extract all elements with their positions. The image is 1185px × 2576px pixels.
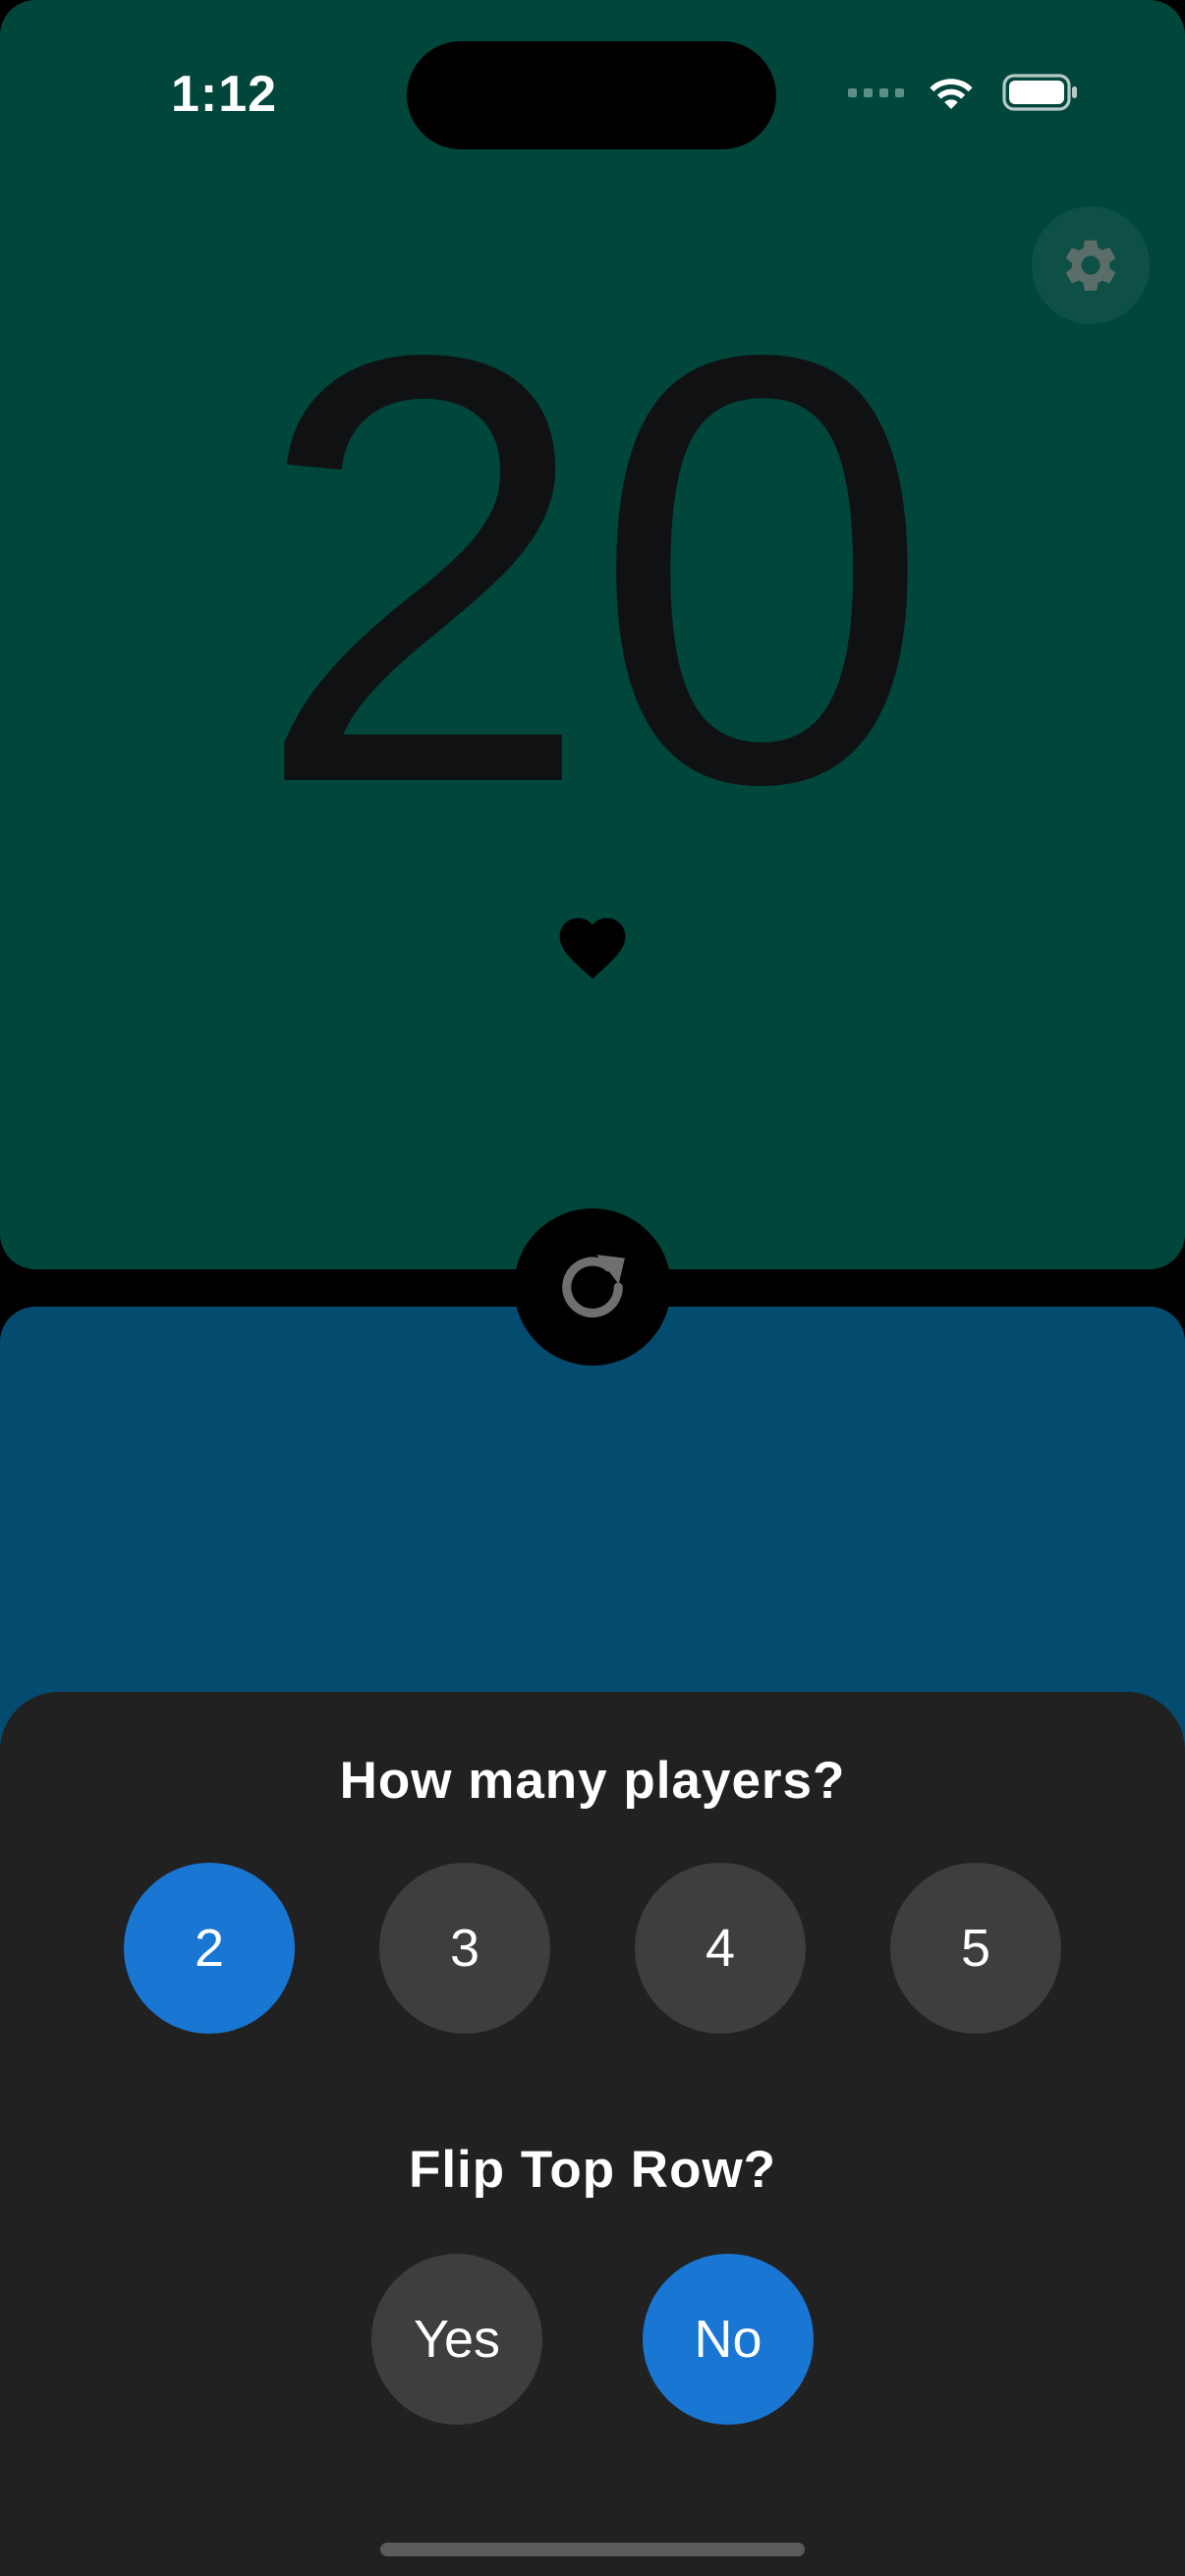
flip-no-button[interactable]: No <box>643 2254 814 2425</box>
heart-icon <box>559 918 626 980</box>
player-1-life-total[interactable]: 20 <box>0 265 1185 874</box>
player-count-5-button[interactable]: 5 <box>890 1863 1061 2034</box>
setup-sheet: How many players? 2 3 4 5 Flip Top Row? … <box>0 1692 1185 2576</box>
cellular-signal-icon <box>848 87 904 97</box>
flip-options: Yes No <box>0 2254 1185 2425</box>
reset-button[interactable] <box>514 1208 671 1366</box>
player-1-panel[interactable]: 20 <box>0 0 1185 1269</box>
home-indicator[interactable] <box>380 2543 805 2556</box>
refresh-icon <box>562 1255 625 1318</box>
gear-icon <box>1066 240 1115 291</box>
players-question: How many players? <box>339 1752 846 1810</box>
screen: 20 20 1:12 <box>0 0 1185 2576</box>
status-icons <box>848 73 1081 112</box>
battery-icon <box>1002 74 1077 111</box>
player-count-options: 2 3 4 5 <box>0 1863 1185 2034</box>
flip-yes-button[interactable]: Yes <box>371 2254 542 2425</box>
wifi-icon <box>930 79 973 109</box>
player-count-4-button[interactable]: 4 <box>635 1863 806 2034</box>
player-count-2-button[interactable]: 2 <box>124 1863 295 2034</box>
status-time: 1:12 <box>171 66 278 123</box>
settings-button[interactable] <box>1032 206 1150 324</box>
player-count-3-button[interactable]: 3 <box>379 1863 550 2034</box>
flip-question: Flip Top Row? <box>408 2141 777 2199</box>
dynamic-island <box>407 41 776 149</box>
